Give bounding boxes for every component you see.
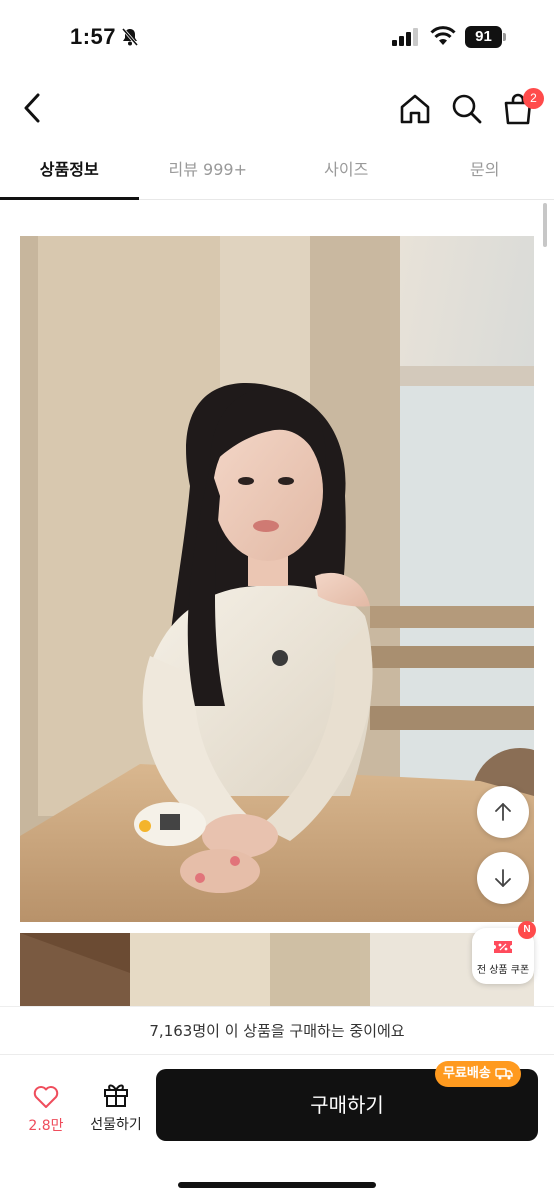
tab-size[interactable]: 사이즈 [277, 146, 416, 199]
cart-count-badge: 2 [523, 88, 544, 109]
purchase-counter-text: 7,163명이 이 상품을 구매하는 중이에요 [0, 1006, 554, 1054]
back-button[interactable] [18, 90, 48, 126]
status-bar: 1:57 91 [0, 0, 554, 70]
bell-off-icon [121, 28, 139, 46]
home-icon[interactable] [398, 92, 432, 126]
arrow-down-icon [495, 869, 511, 887]
like-button[interactable]: 2.8만 [22, 1083, 70, 1139]
search-icon[interactable] [450, 92, 484, 126]
tab-inquiry[interactable]: 문의 [416, 146, 554, 199]
truck-icon [495, 1068, 513, 1080]
product-tabs: 상품정보 리뷰 999+ 사이즈 문의 [0, 146, 554, 200]
product-photo-illustration [20, 236, 534, 922]
heart-icon [33, 1086, 59, 1108]
bottom-action-bar: 2.8만 선물하기 구매하기 무료배송 [0, 1054, 554, 1200]
new-badge: N [518, 921, 536, 939]
coupon-icon [494, 941, 512, 953]
product-photo-2-illustration [20, 933, 534, 1013]
tab-reviews[interactable]: 리뷰 999+ [139, 146, 278, 199]
cellular-signal-icon [392, 28, 418, 46]
coupon-label: 전 상품 쿠폰 [476, 965, 530, 976]
battery-level: 91 [465, 26, 502, 48]
status-time: 1:57 [70, 24, 117, 49]
product-photo-2 [20, 933, 534, 1013]
nav-header [0, 70, 554, 146]
home-indicator[interactable] [178, 1182, 376, 1188]
gift-icon [104, 1084, 128, 1107]
tab-product-info[interactable]: 상품정보 [0, 146, 139, 200]
scrollbar[interactable] [543, 203, 547, 247]
arrow-up-icon [495, 803, 511, 821]
like-count: 2.8만 [28, 1118, 64, 1134]
battery-tip [503, 33, 506, 41]
free-shipping-badge: 무료배송 [435, 1061, 521, 1087]
gift-label: 선물하기 [90, 1117, 142, 1133]
gift-button[interactable]: 선물하기 [84, 1081, 148, 1141]
product-photo [20, 236, 534, 922]
wifi-icon [430, 26, 456, 45]
scroll-to-top-button[interactable] [477, 786, 529, 838]
free-shipping-label: 무료배송 [443, 1066, 491, 1081]
battery-icon: 91 [465, 26, 507, 48]
scroll-to-bottom-button[interactable] [477, 852, 529, 904]
